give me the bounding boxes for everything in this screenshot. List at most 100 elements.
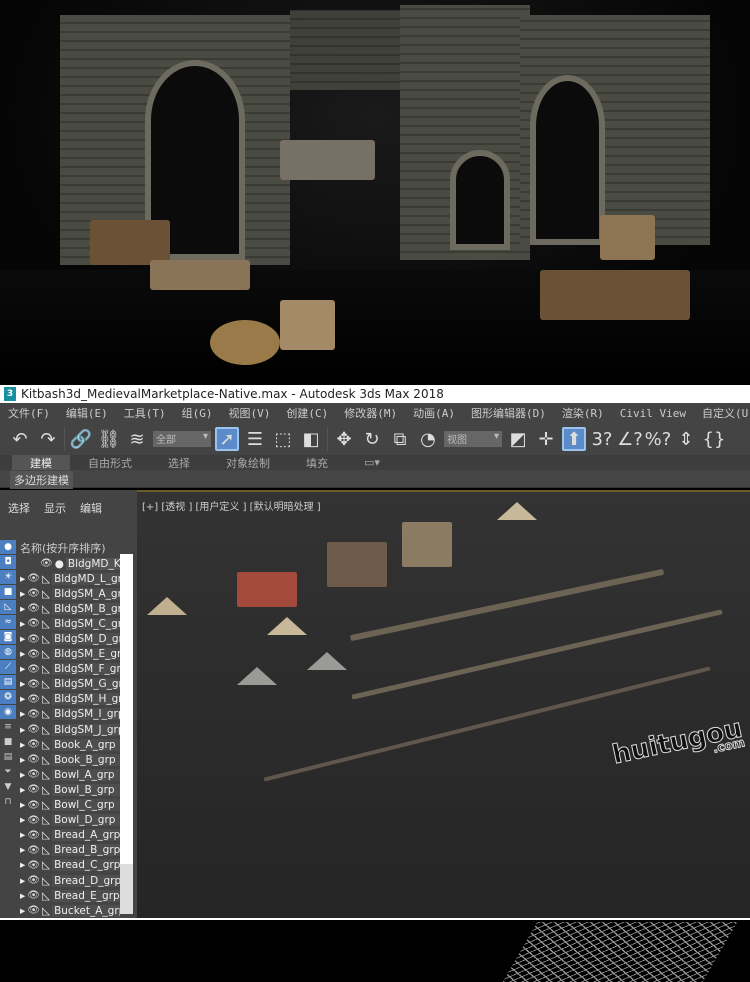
viewport-label[interactable]: [+] [透视 ] [用户定义 ] [默认明暗处理 ]	[142, 498, 321, 513]
keyboard-shortcut-override-icon[interactable]: ⬆	[562, 427, 586, 451]
move-icon[interactable]: ✥	[332, 427, 356, 451]
tree-item[interactable]: ▸ 👁 ◺ Bowl_A_grp	[20, 767, 120, 782]
expand-arrow-icon[interactable]: ▸	[20, 603, 25, 615]
tree-item[interactable]: ▸ 👁 ◺ Bucket_A_grp	[20, 903, 120, 918]
eye-icon[interactable]: 👁	[27, 815, 40, 826]
expand-arrow-icon[interactable]: ▸	[20, 769, 25, 781]
tree-item[interactable]: ▸👁◺BldgSM_H_grp	[20, 692, 120, 707]
expand-arrow-icon[interactable]: ▸	[20, 693, 25, 705]
tree-item[interactable]: ▸ 👁 ◺ Bowl_C_grp	[20, 798, 120, 813]
eye-icon[interactable]: 👁	[27, 875, 40, 886]
reference-coordinate-dropdown[interactable]: 视图 ▾	[444, 431, 502, 447]
eye-icon[interactable]: 👁	[27, 634, 40, 645]
perspective-viewport[interactable]: [+] [透视 ] [用户定义 ] [默认明暗处理 ] huitugou .com	[137, 490, 750, 918]
explorer-menu-edit[interactable]: 编辑	[80, 500, 102, 516]
eye-icon[interactable]: 👁	[27, 573, 40, 584]
menu-group[interactable]: 组(G)	[174, 405, 221, 421]
menu-edit[interactable]: 编辑(E)	[58, 405, 116, 421]
tab-object-paint[interactable]: 对象绘制	[208, 455, 288, 471]
menu-civil-view[interactable]: Civil View	[612, 407, 694, 420]
tree-item[interactable]: ▸ 👁 ◺ Bread_D_grp	[20, 873, 120, 888]
eye-icon[interactable]: 👁	[27, 649, 40, 660]
expand-arrow-icon[interactable]: ▸	[20, 784, 25, 796]
snaps-toggle-icon[interactable]: 3?	[590, 427, 614, 451]
cameras-filter-icon[interactable]: ■	[0, 585, 16, 599]
expand-arrow-icon[interactable]: ▸	[20, 799, 25, 811]
bones-filter-icon[interactable]: ⟋	[0, 660, 16, 674]
menu-file[interactable]: 文件(F)	[0, 405, 58, 421]
groups-filter-icon[interactable]: ◙	[0, 630, 16, 644]
tree-item[interactable]: ▸ 👁 ◺ Bread_C_grp	[20, 858, 120, 873]
list-icon[interactable]: ≡	[0, 720, 16, 734]
pivot-center-icon[interactable]: ◩	[506, 427, 530, 451]
square-icon[interactable]: ■	[0, 735, 16, 749]
menu-tools[interactable]: 工具(T)	[116, 405, 174, 421]
particles-filter-icon[interactable]: ❂	[0, 690, 16, 704]
expand-arrow-icon[interactable]: ▸	[20, 890, 25, 902]
expand-arrow-icon[interactable]: ▸	[20, 905, 25, 917]
eye-icon[interactable]: 👁	[27, 769, 40, 780]
tree-item[interactable]: ▸👁◺BldgSM_C_grp	[20, 616, 120, 631]
expand-arrow-icon[interactable]: ▸	[20, 708, 25, 720]
lights-filter-icon[interactable]: ☀	[0, 570, 16, 584]
tab-modeling[interactable]: 建模	[12, 454, 70, 471]
expand-arrow-icon[interactable]: ▸	[20, 844, 25, 856]
select-manipulate-icon[interactable]: ✛	[534, 427, 558, 451]
ribbon-options-icon[interactable]: ▭▾	[346, 456, 398, 469]
bind-space-warp-icon[interactable]: ≋	[125, 427, 149, 451]
percent-snap-icon[interactable]: %?	[645, 427, 672, 451]
tree-item[interactable]: ▸ 👁 ◺ Bread_A_grp	[20, 828, 120, 843]
display-filter-icon[interactable]: ◉	[0, 705, 16, 719]
eye-icon[interactable]: 👁	[27, 694, 40, 705]
expand-arrow-icon[interactable]: ▸	[20, 588, 25, 600]
polygon-modeling-button[interactable]: 多边形建模	[10, 471, 73, 489]
tree-item[interactable]: ▸ 👁 ◺ Book_B_grp	[20, 752, 120, 767]
tab-freeform[interactable]: 自由形式	[70, 455, 150, 471]
menu-animation[interactable]: 动画(A)	[405, 405, 463, 421]
containers-filter-icon[interactable]: ▤	[0, 675, 16, 689]
layer-icon[interactable]: ⊓	[0, 795, 16, 809]
angle-snap-icon[interactable]: ∠?	[617, 427, 643, 451]
eye-icon[interactable]: 👁	[27, 800, 40, 811]
expand-arrow-icon[interactable]: ▸	[20, 618, 25, 630]
filter-icon[interactable]: ▼	[0, 780, 16, 794]
geometry-filter-icon[interactable]: ●	[0, 540, 16, 554]
expand-arrow-icon[interactable]: ▸	[20, 754, 25, 766]
spinner-snap-icon[interactable]: ⇕	[674, 427, 698, 451]
scale-icon[interactable]: ⧉	[388, 427, 412, 451]
expand-arrow-icon[interactable]: ▸	[20, 663, 25, 675]
tree-item[interactable]: ▸👁◺BldgSM_B_grp	[20, 601, 120, 616]
redo-icon[interactable]: ↷	[36, 427, 60, 451]
eye-icon[interactable]: 👁	[27, 588, 40, 599]
link-icon[interactable]: 🔗	[69, 427, 93, 451]
selection-filter-dropdown[interactable]: 全部 ▾	[153, 431, 211, 447]
spacewarps-filter-icon[interactable]: ≈	[0, 615, 16, 629]
menu-customize[interactable]: 自定义(U)	[694, 405, 750, 421]
expand-arrow-icon[interactable]: ▸	[20, 648, 25, 660]
eye-icon[interactable]: 👁	[27, 845, 40, 856]
tab-populate[interactable]: 填充	[288, 455, 346, 471]
eye-icon[interactable]: 👁	[27, 784, 40, 795]
rotate-icon[interactable]: ↻	[360, 427, 384, 451]
tree-item[interactable]: ▸ 👁 ◺ Bread_B_grp	[20, 843, 120, 858]
shapes-filter-icon[interactable]: ◘	[0, 555, 16, 569]
expand-arrow-icon[interactable]: ▸	[20, 739, 25, 751]
tree-item[interactable]: ▸👁◺BldgSM_A_grp	[20, 586, 120, 601]
scrollbar-thumb[interactable]	[120, 864, 133, 914]
filter-settings-icon[interactable]: ⏷	[0, 765, 16, 779]
undo-icon[interactable]: ↶	[8, 427, 32, 451]
tree-item[interactable]: ▸ 👁 ◺ Bowl_B_grp	[20, 782, 120, 797]
expand-arrow-icon[interactable]: ▸	[20, 814, 25, 826]
eye-icon[interactable]: 👁	[27, 603, 40, 614]
eye-icon[interactable]: 👁	[27, 754, 40, 765]
tree-item[interactable]: ▸👁◺BldgSM_G_grp	[20, 677, 120, 692]
eye-icon[interactable]: 👁	[27, 664, 40, 675]
edit-named-selection-icon[interactable]: {}	[702, 427, 726, 451]
expand-arrow-icon[interactable]: ▸	[20, 724, 25, 736]
menu-rendering[interactable]: 渲染(R)	[554, 405, 612, 421]
rectangular-selection-icon[interactable]: ⬚	[271, 427, 295, 451]
tree-item[interactable]: ▸👁◺BldgSM_F_grp	[20, 662, 120, 677]
menu-create[interactable]: 创建(C)	[278, 405, 336, 421]
expand-arrow-icon[interactable]: ▸	[20, 875, 25, 887]
name-column-header[interactable]: 名称(按升序排序)	[20, 540, 106, 556]
